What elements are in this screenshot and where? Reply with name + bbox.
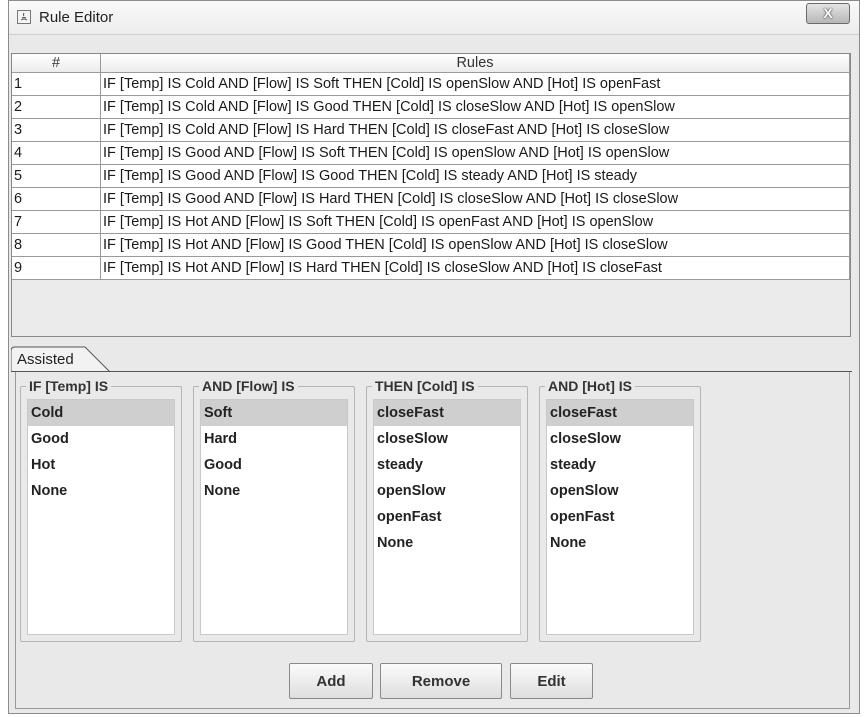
list-item[interactable]: openFast [547,504,693,530]
list-item[interactable]: None [28,478,174,504]
list-item[interactable]: Soft [201,400,347,426]
rules-table-container[interactable]: # Rules 1 IF [Temp] IS Cold AND [Flow] IS… [11,53,851,337]
list-item[interactable]: closeSlow [547,426,693,452]
list-item[interactable]: openSlow [547,478,693,504]
list-item[interactable]: closeFast [547,400,693,426]
rule-text-cell[interactable]: IF [Temp] IS Cold AND [Flow] IS Good THE… [100,95,850,119]
table-row[interactable]: 2 IF [Temp] IS Cold AND [Flow] IS Good TH… [12,95,850,119]
list-item[interactable]: closeFast [374,400,520,426]
flow-list[interactable]: Soft Hard Good None [200,399,348,635]
rule-text-cell[interactable]: IF [Temp] IS Good AND [Flow] IS Hard THE… [100,187,850,211]
table-row[interactable]: 3 IF [Temp] IS Cold AND [Flow] IS Hard TH… [12,118,850,142]
list-item[interactable]: closeSlow [374,426,520,452]
rule-number-cell[interactable]: 8 [12,233,101,257]
cold-list[interactable]: closeFast closeSlow steady openSlow openFast… [373,399,521,635]
list-item[interactable]: Hot [28,452,174,478]
rule-text-cell[interactable]: IF [Temp] IS Good AND [Flow] IS Soft THE… [100,141,850,165]
list-item[interactable]: Good [201,452,347,478]
temp-group-title: IF [Temp] IS [26,378,112,394]
list-item[interactable]: openSlow [374,478,520,504]
tab-label: Assisted [17,351,74,368]
list-item[interactable]: steady [547,452,693,478]
table-row[interactable]: 5 IF [Temp] IS Good AND [Flow] IS Good TH… [12,164,850,188]
table-header-row: # Rules [12,54,850,73]
remove-button[interactable]: Remove [380,663,502,699]
list-item[interactable]: Hard [201,426,347,452]
rule-number-cell[interactable]: 1 [12,72,101,96]
list-item[interactable]: Cold [28,400,174,426]
list-item[interactable]: None [201,478,347,504]
rule-text-cell[interactable]: IF [Temp] IS Hot AND [Flow] IS Good THEN… [100,233,850,257]
java-app-icon [17,10,31,24]
hot-group: AND [Hot] IS closeFast closeSlow steady open… [539,378,701,642]
title-bar[interactable]: Rule Editor X [9,1,859,35]
temp-list[interactable]: Cold Good Hot None [27,399,175,635]
rule-number-cell[interactable]: 6 [12,187,101,211]
table-row[interactable]: 7 IF [Temp] IS Hot AND [Flow] IS Soft THE… [12,210,850,234]
edit-button[interactable]: Edit [510,663,593,699]
table-row[interactable]: 6 IF [Temp] IS Good AND [Flow] IS Hard TH… [12,187,850,211]
rule-text-cell[interactable]: IF [Temp] IS Cold AND [Flow] IS Hard THE… [100,118,850,142]
column-header-number[interactable]: # [12,54,101,73]
window-title: Rule Editor [39,9,114,26]
rule-number-cell[interactable]: 7 [12,210,101,234]
cold-group-title: THEN [Cold] IS [372,378,478,394]
list-item[interactable]: steady [374,452,520,478]
rule-number-cell[interactable]: 5 [12,164,101,188]
list-item[interactable]: None [547,530,693,556]
table-row[interactable]: 1 IF [Temp] IS Cold AND [Flow] IS Soft TH… [12,72,850,96]
temp-group: IF [Temp] IS Cold Good Hot None [20,378,182,642]
table-row[interactable]: 9 IF [Temp] IS Hot AND [Flow] IS Hard THE… [12,256,850,280]
flow-group-title: AND [Flow] IS [199,378,298,394]
rule-number-cell[interactable]: 4 [12,141,101,165]
close-button[interactable]: X [806,3,850,24]
list-item[interactable]: None [374,530,520,556]
add-button[interactable]: Add [289,663,373,699]
rule-text-cell[interactable]: IF [Temp] IS Hot AND [Flow] IS Soft THEN… [100,210,850,234]
rule-text-cell[interactable]: IF [Temp] IS Good AND [Flow] IS Good THE… [100,164,850,188]
list-item[interactable]: openFast [374,504,520,530]
rule-text-cell[interactable]: IF [Temp] IS Cold AND [Flow] IS Soft THE… [100,72,850,96]
rule-text-cell[interactable]: IF [Temp] IS Hot AND [Flow] IS Hard THEN… [100,256,850,280]
table-row[interactable]: 4 IF [Temp] IS Good AND [Flow] IS Soft TH… [12,141,850,165]
hot-group-title: AND [Hot] IS [545,378,635,394]
column-header-rules[interactable]: Rules [100,54,850,73]
rule-number-cell[interactable]: 2 [12,95,101,119]
flow-group: AND [Flow] IS Soft Hard Good None [193,378,355,642]
close-icon: X [823,5,833,21]
rule-number-cell[interactable]: 9 [12,256,101,280]
tab-assisted[interactable]: Assisted [11,346,111,373]
cold-group: THEN [Cold] IS closeFast closeSlow steady op… [366,378,528,642]
hot-list[interactable]: closeFast closeSlow steady openSlow openFast… [546,399,694,635]
table-row[interactable]: 8 IF [Temp] IS Hot AND [Flow] IS Good THE… [12,233,850,257]
list-item[interactable]: Good [28,426,174,452]
rule-number-cell[interactable]: 3 [12,118,101,142]
rules-table: # Rules 1 IF [Temp] IS Cold AND [Flow] IS… [12,54,850,280]
